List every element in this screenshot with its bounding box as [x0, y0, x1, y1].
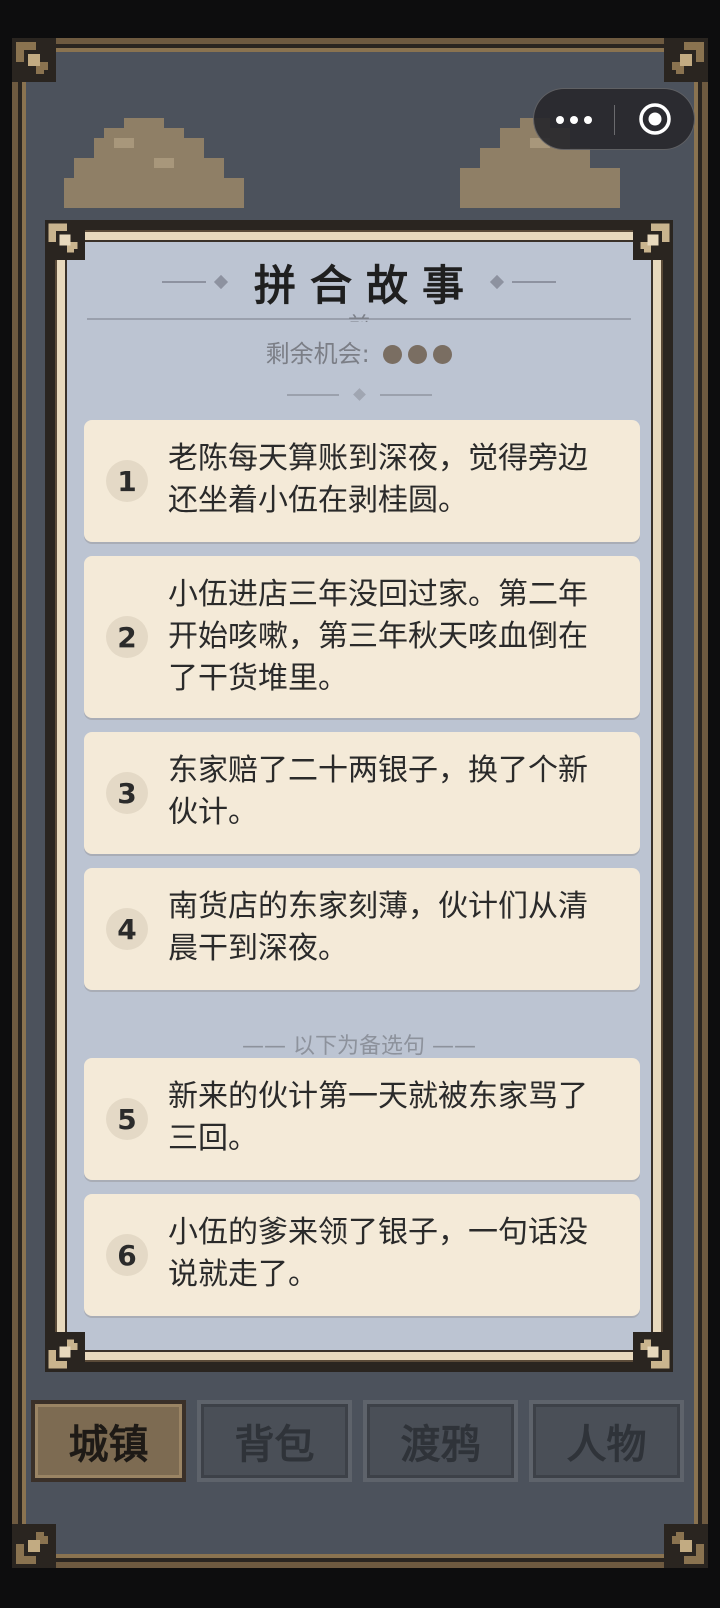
modal-content: 拼合故事 前 剩余机会: 1 老陈每天算账到深夜，觉得旁边还坐着小伍在剥桂圆。 …: [65, 240, 653, 1352]
sentence-text: 新来的伙计第一天就被东家骂了三回。: [168, 1079, 588, 1156]
chance-dot: [408, 345, 428, 364]
frame-corner-ornament: [664, 1524, 708, 1568]
sentence-number: 2: [106, 616, 148, 658]
modal-corner-ornament: [633, 1332, 673, 1372]
tab-raven[interactable]: 渡鸦: [363, 1400, 518, 1482]
title-row: 拼合故事: [67, 254, 651, 310]
alternate-card[interactable]: 6 小伍的爹来领了银子，一句话没说就走了。: [84, 1194, 640, 1316]
chance-dot: [433, 345, 453, 364]
mini-program-capsule: [533, 88, 695, 150]
title-decor-line: [512, 281, 556, 283]
sentence-text: 南货店的东家刻薄，伙计们从清晨干到深夜。: [168, 889, 588, 966]
title-decor-line: [161, 281, 206, 283]
tab-backpack[interactable]: 背包: [197, 1400, 352, 1482]
modal-title: 拼合故事: [253, 260, 478, 310]
sentence-text: 小伍进店三年没回过家。第二年开始咳嗽，第三年秋天咳血倒在了干货堆里。: [168, 577, 588, 696]
modal-border: 拼合故事 前 剩余机会: 1 老陈每天算账到深夜，觉得旁边还坐着小伍在剥桂圆。 …: [55, 230, 663, 1362]
capsule-divider: [614, 105, 615, 135]
sentence-number: 6: [106, 1234, 148, 1276]
sentence-number: 3: [106, 772, 148, 814]
mountain-scenery: [64, 118, 244, 208]
chances-label: 剩余机会:: [265, 340, 370, 368]
modal-corner-ornament: [45, 1332, 85, 1372]
sentence-text: 东家赔了二十两银子，换了个新伙计。: [168, 753, 588, 830]
modal-corner-ornament: [45, 220, 85, 260]
section-divider: [67, 388, 651, 401]
sentence-card[interactable]: 2 小伍进店三年没回过家。第二年开始咳嗽，第三年秋天咳血倒在了干货堆里。: [84, 556, 640, 718]
sentence-number: 1: [106, 460, 148, 502]
chance-dots: [377, 340, 453, 368]
title-decor-diamond: [489, 274, 505, 290]
title-decor-diamond: [213, 274, 229, 290]
alternates-label: —— 以下为备选句 ——: [242, 1034, 476, 1059]
sentence-text: 小伍的爹来领了银子，一句话没说就走了。: [168, 1215, 588, 1292]
frame-corner-ornament: [12, 38, 56, 82]
sentence-card[interactable]: 4 南货店的东家刻薄，伙计们从清晨干到深夜。: [84, 868, 640, 990]
sentence-text: 老陈每天算账到深夜，觉得旁边还坐着小伍在剥桂圆。: [168, 441, 588, 518]
target-circle-icon[interactable]: [637, 101, 673, 137]
frame-corner-ornament: [12, 1524, 56, 1568]
clipped-text: 前: [67, 308, 651, 322]
more-dots-icon[interactable]: [556, 89, 608, 149]
tab-town[interactable]: 城镇: [31, 1400, 186, 1482]
frame-corner-ornament: [664, 38, 708, 82]
sentence-number: 4: [106, 908, 148, 950]
alternate-card[interactable]: 5 新来的伙计第一天就被东家骂了三回。: [84, 1058, 640, 1180]
story-modal: 拼合故事 前 剩余机会: 1 老陈每天算账到深夜，觉得旁边还坐着小伍在剥桂圆。 …: [45, 220, 673, 1372]
tab-characters[interactable]: 人物: [529, 1400, 684, 1482]
sentence-number: 5: [106, 1098, 148, 1140]
sentence-card[interactable]: 1 老陈每天算账到深夜，觉得旁边还坐着小伍在剥桂圆。: [84, 420, 640, 542]
remaining-chances: 剩余机会:: [67, 334, 651, 369]
modal-corner-ornament: [633, 220, 673, 260]
sentence-card[interactable]: 3 东家赔了二十两银子，换了个新伙计。: [84, 732, 640, 854]
chance-dot: [383, 345, 403, 364]
